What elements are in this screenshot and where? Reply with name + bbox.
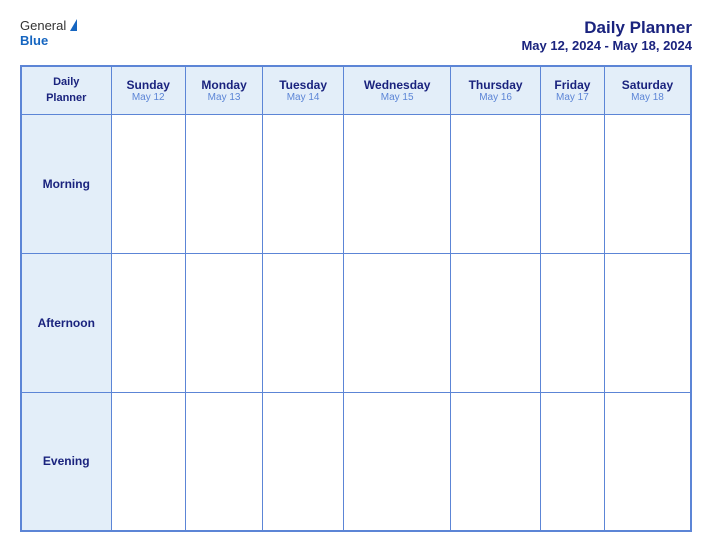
day-name-wednesday: Wednesday: [348, 78, 446, 92]
row-label-evening: Evening: [21, 392, 111, 531]
cell-tuesday-morning[interactable]: [263, 114, 344, 253]
cell-saturday-morning[interactable]: [604, 114, 691, 253]
day-name-friday: Friday: [545, 78, 600, 92]
header-label-daily: Daily: [53, 76, 79, 88]
day-name-saturday: Saturday: [609, 78, 686, 92]
logo-blue-text: Blue: [20, 33, 48, 48]
day-date-wednesday: May 15: [348, 92, 446, 103]
col-tuesday: Tuesday May 14: [263, 66, 344, 114]
day-date-sunday: May 12: [116, 92, 181, 103]
logo-general-text: General: [20, 18, 66, 33]
cell-monday-evening[interactable]: [185, 392, 262, 531]
day-name-sunday: Sunday: [116, 78, 181, 92]
cell-monday-afternoon[interactable]: [185, 253, 262, 392]
header-label-planner: Planner: [46, 92, 86, 104]
col-saturday: Saturday May 18: [604, 66, 691, 114]
day-date-tuesday: May 14: [267, 92, 339, 103]
cell-wednesday-afternoon[interactable]: [343, 253, 450, 392]
cell-friday-morning[interactable]: [540, 114, 604, 253]
day-name-monday: Monday: [190, 78, 258, 92]
table-row-evening: Evening: [21, 392, 691, 531]
cell-thursday-morning[interactable]: [451, 114, 541, 253]
col-monday: Monday May 13: [185, 66, 262, 114]
cell-sunday-morning[interactable]: [111, 114, 185, 253]
cell-friday-evening[interactable]: [540, 392, 604, 531]
day-date-thursday: May 16: [455, 92, 536, 103]
logo-triangle-icon: [70, 19, 77, 31]
cell-sunday-evening[interactable]: [111, 392, 185, 531]
cell-wednesday-morning[interactable]: [343, 114, 450, 253]
cell-thursday-evening[interactable]: [451, 392, 541, 531]
cell-friday-afternoon[interactable]: [540, 253, 604, 392]
table-header-label: Daily Planner: [21, 66, 111, 114]
day-date-friday: May 17: [545, 92, 600, 103]
page-header: General Blue Daily Planner May 12, 2024 …: [20, 18, 692, 53]
cell-tuesday-evening[interactable]: [263, 392, 344, 531]
day-date-monday: May 13: [190, 92, 258, 103]
cell-saturday-afternoon[interactable]: [604, 253, 691, 392]
page-title: Daily Planner: [521, 18, 692, 38]
col-sunday: Sunday May 12: [111, 66, 185, 114]
title-area: Daily Planner May 12, 2024 - May 18, 202…: [521, 18, 692, 53]
row-label-morning: Morning: [21, 114, 111, 253]
col-thursday: Thursday May 16: [451, 66, 541, 114]
day-date-saturday: May 18: [609, 92, 686, 103]
cell-sunday-afternoon[interactable]: [111, 253, 185, 392]
col-friday: Friday May 17: [540, 66, 604, 114]
cell-wednesday-evening[interactable]: [343, 392, 450, 531]
cell-saturday-evening[interactable]: [604, 392, 691, 531]
planner-table: Daily Planner Sunday May 12 Monday May 1…: [20, 65, 692, 532]
day-name-thursday: Thursday: [455, 78, 536, 92]
table-row-morning: Morning: [21, 114, 691, 253]
table-row-afternoon: Afternoon: [21, 253, 691, 392]
logo-area: General Blue: [20, 18, 77, 48]
row-label-afternoon: Afternoon: [21, 253, 111, 392]
col-wednesday: Wednesday May 15: [343, 66, 450, 114]
cell-tuesday-afternoon[interactable]: [263, 253, 344, 392]
date-range: May 12, 2024 - May 18, 2024: [521, 38, 692, 53]
day-name-tuesday: Tuesday: [267, 78, 339, 92]
logo: General: [20, 18, 77, 33]
cell-monday-morning[interactable]: [185, 114, 262, 253]
cell-thursday-afternoon[interactable]: [451, 253, 541, 392]
